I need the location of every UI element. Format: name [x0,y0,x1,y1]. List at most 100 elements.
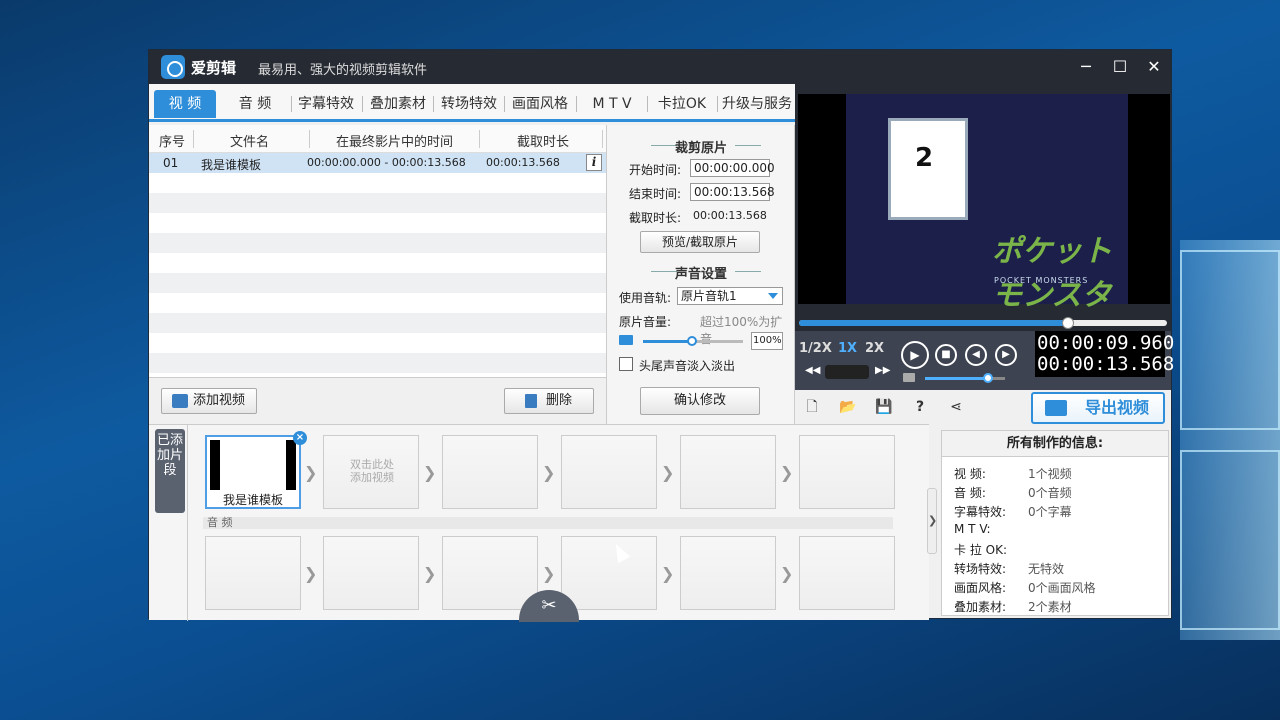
video-slot[interactable] [680,435,776,509]
tab-transitions[interactable]: 转场特效 [438,90,500,118]
minimize-button[interactable]: ─ [1075,56,1097,78]
preview-trim-button[interactable]: 预览/截取原片 [640,231,760,253]
clip-thumbnail [210,440,296,490]
fade-checkbox[interactable] [619,357,633,371]
add-video-icon [172,394,188,408]
audio-slot[interactable] [680,536,776,610]
maximize-button[interactable]: ☐ [1109,56,1131,78]
preview-player: 2 ポケットモンスター POCKET MONSTERS 1/2X 1X 2X ◀… [795,84,1174,424]
table-row[interactable]: 01 我是谁模板 00:00:00.000 - 00:00:13.568 00:… [149,153,606,173]
fast-forward-icon[interactable]: ▶▶ [875,365,890,376]
next-frame-icon[interactable]: ▶ [995,344,1017,366]
card-number: 2 [915,143,934,173]
speed-1x[interactable]: 1X [838,341,857,356]
player-volume-slider[interactable] [925,373,1005,383]
close-icon[interactable]: × [293,431,307,445]
help-icon[interactable]: ? [911,398,929,416]
video-slot[interactable] [799,435,895,509]
open-folder-icon[interactable]: 📂 [839,398,857,416]
section-line [651,145,677,146]
info-value: 0个画面风格 [1028,581,1096,595]
arrow-icon: ❯ [780,564,794,583]
delete-label: 删除 [545,393,572,408]
volume-slider[interactable] [643,336,743,346]
add-video-hint: 双击此处 添加视频 [350,458,394,484]
speed-half[interactable]: 1/2X [799,341,832,356]
tab-separator [433,96,434,112]
delete-button[interactable]: 删除 [504,388,594,414]
video-card: 2 [888,118,968,220]
jog-wheel[interactable] [825,365,869,379]
close-button[interactable]: ✕ [1143,56,1165,78]
app-logo-icon [161,55,185,79]
audio-slot[interactable] [799,536,895,610]
section-line [735,145,761,146]
project-info-panel: 所有制作的信息: 视 频: 1个视频 音 频: 0个音频 字幕特效: 0个字幕 … [941,430,1169,616]
arrow-icon: ❯ [542,463,556,482]
audio-slot[interactable] [205,536,301,610]
desktop-pane-bottom [1180,450,1280,630]
audio-slot[interactable] [442,536,538,610]
volume-icon [903,373,915,382]
video-preview[interactable]: 2 ポケットモンスター POCKET MONSTERS [798,94,1170,357]
add-video-slot[interactable]: 双击此处 添加视频 [323,435,419,509]
tab-audio[interactable]: 音 频 [227,90,283,118]
save-icon[interactable]: 💾 [875,398,893,416]
progress-knob[interactable] [1061,317,1074,329]
rewind-icon[interactable]: ◀◀ [805,365,820,376]
tab-mtv[interactable]: M T V [581,90,643,118]
duration-value: 00:00:13.568 [693,209,767,222]
tab-subtitle-effects[interactable]: 字幕特效 [295,90,357,118]
info-value: 0个字幕 [1028,505,1072,519]
pokemon-logo-sub: POCKET MONSTERS [994,276,1089,285]
time-display: 00:00:09.960 00:00:13.568 [1035,331,1174,377]
arrow-icon: ❯ [423,564,437,583]
end-time-input[interactable]: 00:00:13.568 [690,183,775,201]
start-time-input[interactable]: 00:00:00.000 [690,159,775,177]
header-separator [479,130,480,148]
export-video-button[interactable]: 导出视频 [1031,392,1165,424]
empty-row [149,233,606,253]
stop-icon[interactable]: ■ [935,344,957,366]
empty-row [149,293,606,313]
tab-picture-style[interactable]: 画面风格 [509,90,571,118]
share-icon[interactable]: ⋖ [947,398,965,416]
volume-knob[interactable] [687,336,697,346]
volume-percent-input[interactable]: 100% [751,332,783,350]
info-label: 叠加素材: [954,600,1007,614]
panel-toggle-icon[interactable]: ❯ [927,488,937,554]
playback-progress[interactable] [799,317,1167,329]
header-time-in-movie: 在最终影片中的时间 [336,135,454,150]
video-slot[interactable] [561,435,657,509]
tab-separator [576,96,577,112]
video-clip[interactable]: 我是谁模板 × [205,431,307,509]
arrow-icon: ❯ [661,463,675,482]
info-icon[interactable]: i [586,154,602,171]
info-label: 视 频: [954,467,986,481]
audio-slot[interactable] [323,536,419,610]
header-separator [602,130,603,148]
tab-karaoke[interactable]: 卡拉OK [651,90,713,118]
header-duration: 截取时长 [517,135,570,150]
player-toolbar: 🗋 📂 💾 ? ⋖ 导出视频 [795,390,1171,424]
audio-track-select[interactable]: 原片音轨1 [677,287,783,305]
player-volume-knob[interactable] [983,373,993,383]
tab-upgrade[interactable]: 升级与服务 [721,90,793,118]
speed-2x[interactable]: 2X [865,341,884,356]
tab-video[interactable]: 视 频 [154,90,216,118]
prev-frame-icon[interactable]: ◀ [965,344,987,366]
info-title: 所有制作的信息: [942,431,1168,457]
trim-panel: 裁剪原片 开始时间: 00:00:00.000 结束时间: 00:00:13.5… [607,125,795,424]
new-project-icon[interactable]: 🗋 [803,398,821,416]
tab-overlay[interactable]: 叠加素材 [367,90,429,118]
added-clips-label: 已添加片段 [155,429,185,513]
header-separator [193,130,194,148]
fade-label: 头尾声音淡入淡出 [639,359,736,373]
add-video-button[interactable]: 添加视频 [161,388,257,414]
arrow-icon: ❯ [661,564,675,583]
video-slot[interactable] [442,435,538,509]
confirm-button[interactable]: 确认修改 [640,387,760,415]
speaker-icon [619,335,633,345]
tab-separator [504,96,505,112]
play-icon[interactable]: ▶ [901,341,929,369]
